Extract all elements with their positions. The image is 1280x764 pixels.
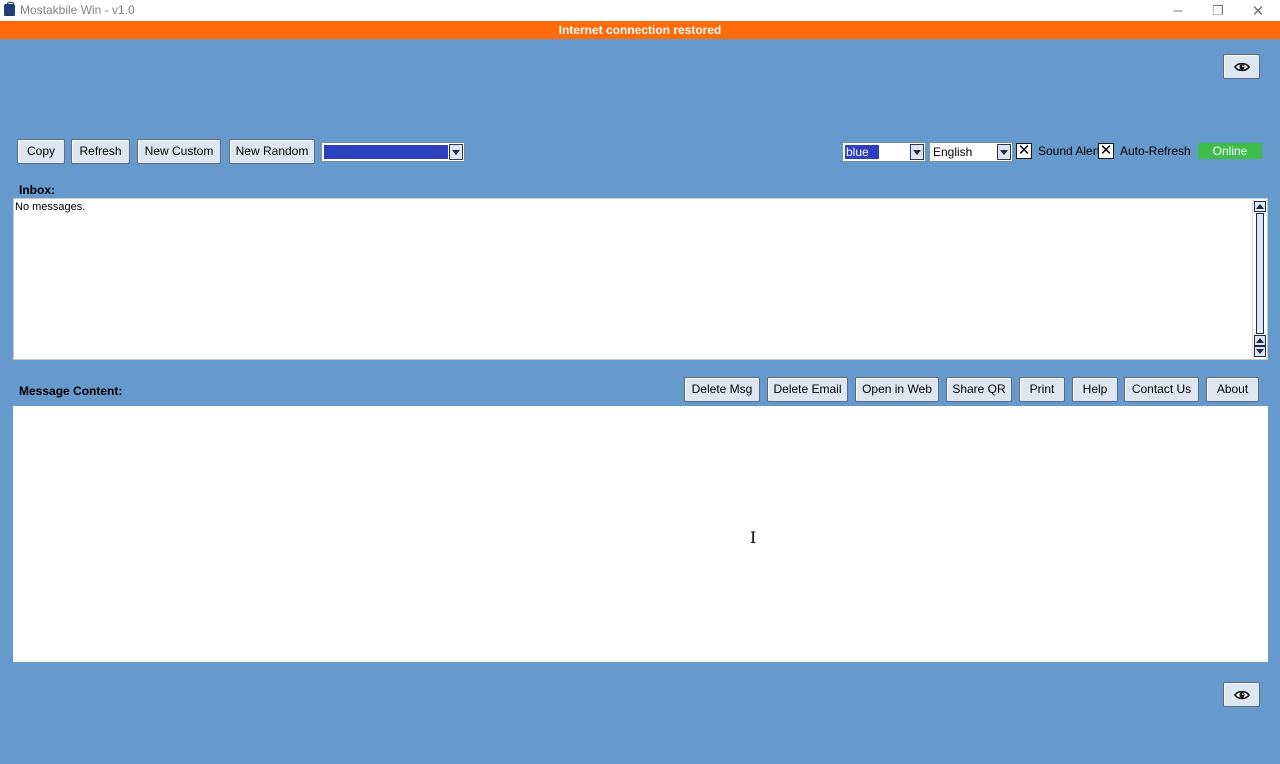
copy-button[interactable]: Copy: [17, 139, 65, 164]
open-in-web-button[interactable]: Open in Web: [855, 377, 939, 402]
refresh-button[interactable]: Refresh: [71, 139, 130, 164]
inbox-list[interactable]: No messages.: [13, 198, 1268, 360]
sound-alert-label: Sound Alert: [1038, 144, 1101, 158]
auto-refresh-checkbox[interactable]: ✕: [1098, 143, 1114, 159]
chevron-down-icon[interactable]: [997, 144, 1011, 160]
connection-status-badge: Online: [1198, 143, 1262, 159]
about-button[interactable]: About: [1206, 377, 1259, 402]
auto-refresh-label: Auto-Refresh: [1120, 144, 1191, 158]
theme-select[interactable]: blue: [842, 142, 926, 162]
language-select-value: English: [933, 145, 973, 159]
email-select[interactable]: [321, 142, 465, 162]
sound-alert-checkbox[interactable]: ✕: [1016, 143, 1032, 159]
minimize-button[interactable]: ─: [1158, 0, 1198, 21]
language-select[interactable]: English: [929, 142, 1013, 162]
close-button[interactable]: ✕: [1238, 0, 1278, 21]
email-select-value: [324, 145, 448, 159]
print-button[interactable]: Print: [1019, 377, 1065, 402]
scroll-up-icon[interactable]: [1254, 335, 1266, 346]
scroll-up-icon[interactable]: [1254, 201, 1266, 212]
message-content-label: Message Content:: [19, 384, 123, 398]
inbox-scrollbar[interactable]: [1252, 200, 1266, 358]
visibility-toggle-button-bottom[interactable]: [1223, 682, 1260, 707]
connection-banner: Internet connection restored: [0, 21, 1280, 39]
chevron-down-icon[interactable]: [910, 144, 924, 160]
text-cursor-icon: I: [750, 528, 757, 547]
window-title: Mostakbile Win - v1.0: [20, 3, 135, 17]
share-qr-button[interactable]: Share QR: [946, 377, 1012, 402]
message-content-area[interactable]: [13, 406, 1268, 662]
title-bar: Mostakbile Win - v1.0 ─ ❐ ✕: [0, 0, 1280, 21]
delete-msg-button[interactable]: Delete Msg: [684, 377, 760, 402]
contact-us-button[interactable]: Contact Us: [1124, 377, 1199, 402]
new-custom-button[interactable]: New Custom: [137, 139, 221, 164]
eye-icon: [1233, 690, 1250, 699]
chevron-down-icon[interactable]: [449, 144, 463, 160]
visibility-toggle-button-top[interactable]: [1223, 54, 1260, 79]
scrollbar-thumb[interactable]: [1256, 213, 1264, 334]
scroll-down-icon[interactable]: [1254, 346, 1266, 357]
app-icon: [4, 2, 15, 16]
inbox-empty-text: No messages.: [15, 201, 86, 213]
inbox-label: Inbox:: [19, 183, 55, 197]
theme-select-value: blue: [845, 145, 879, 159]
restore-button[interactable]: ❐: [1198, 0, 1238, 21]
delete-email-button[interactable]: Delete Email: [767, 377, 848, 402]
eye-icon: [1233, 62, 1250, 71]
new-random-button[interactable]: New Random: [229, 139, 315, 164]
help-button[interactable]: Help: [1072, 377, 1118, 402]
